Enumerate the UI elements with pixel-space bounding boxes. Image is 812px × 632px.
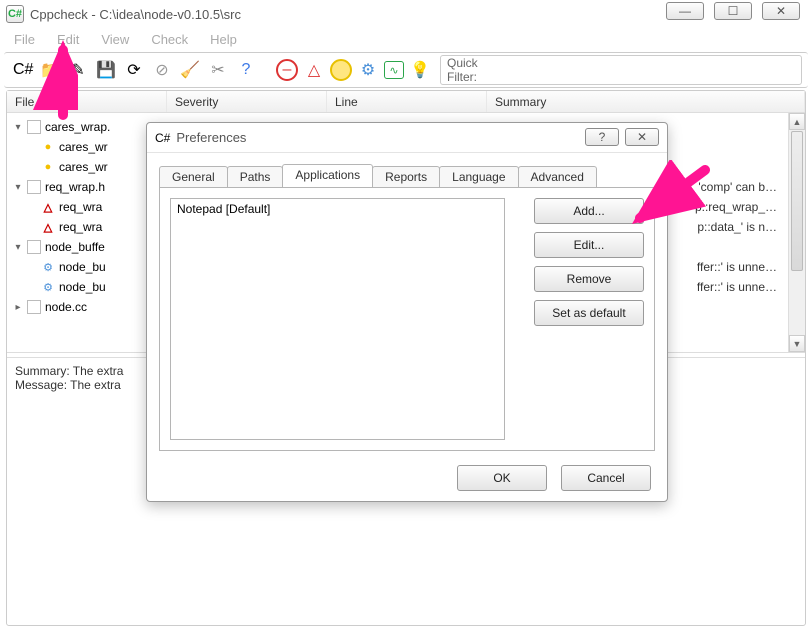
menu-file[interactable]: File [4, 30, 45, 49]
toolbar-new-icon[interactable]: C# [10, 58, 34, 82]
tree-row[interactable]: ▾req_wrap.h [13, 177, 152, 197]
tree-row[interactable]: ▾cares_wrap. [13, 117, 152, 137]
filter-warning-icon[interactable]: △ [302, 58, 326, 82]
app-icon: C# [6, 5, 24, 23]
menu-edit[interactable]: Edit [47, 30, 89, 49]
toolbar-clear-icon[interactable]: 🧹 [178, 58, 202, 82]
set-default-button[interactable]: Set as default [534, 300, 644, 326]
filter-style-icon[interactable] [330, 59, 352, 81]
tab-general[interactable]: General [159, 166, 228, 187]
filter-error-icon[interactable]: – [276, 59, 298, 81]
remove-button[interactable]: Remove [534, 266, 644, 292]
toolbar: C# 📁 ✎ 💾 ⟳ ⊘ 🧹 ✂ ? – △ ⚙ ∿ 💡 Quick Filte… [4, 52, 808, 88]
app-list-item[interactable]: Notepad [Default] [171, 199, 504, 219]
style-icon: ● [41, 140, 55, 154]
col-severity[interactable]: Severity [167, 91, 327, 112]
tab-reports[interactable]: Reports [372, 166, 440, 187]
toolbar-folder-icon[interactable]: 📁 [38, 58, 62, 82]
menubar: File Edit View Check Help [0, 28, 812, 50]
menu-check[interactable]: Check [141, 30, 198, 49]
doc-icon [27, 240, 41, 254]
style-icon: ● [41, 160, 55, 174]
toolbar-help-icon[interactable]: ? [234, 58, 258, 82]
doc-icon [27, 180, 41, 194]
toolbar-tools-icon[interactable]: ✂ [206, 58, 230, 82]
gear-icon: ⚙ [41, 280, 55, 294]
preferences-dialog: C# Preferences ? ✕ GeneralPathsApplicati… [146, 122, 668, 502]
tab-panel-applications: Notepad [Default] Add... Edit... Remove … [159, 187, 655, 451]
window-title: Cppcheck - C:\idea\node-v0.10.5\src [30, 7, 241, 22]
quick-filter-input[interactable] [506, 62, 795, 78]
dialog-tabs: GeneralPathsApplicationsReportsLanguageA… [159, 163, 655, 187]
close-button[interactable]: ✕ [762, 2, 800, 20]
vertical-scrollbar[interactable]: ▲ ▼ [788, 113, 805, 352]
warn-icon: △ [41, 200, 55, 214]
gear-icon: ⚙ [41, 260, 55, 274]
tree-row[interactable]: △req_wra [13, 197, 152, 217]
quick-filter: Quick Filter: [440, 55, 802, 85]
col-summary[interactable]: Summary [487, 91, 805, 112]
doc-icon [27, 120, 41, 134]
filter-portability-icon[interactable]: ∿ [384, 61, 404, 79]
dialog-title: Preferences [176, 130, 246, 145]
tree-row[interactable]: ●cares_wr [13, 157, 152, 177]
toolbar-save-icon[interactable]: 💾 [94, 58, 118, 82]
tree-row[interactable]: ●cares_wr [13, 137, 152, 157]
col-line[interactable]: Line [327, 91, 487, 112]
tree-row[interactable]: △req_wra [13, 217, 152, 237]
doc-icon [27, 300, 41, 314]
minimize-button[interactable]: — [666, 2, 704, 20]
dialog-help-button[interactable]: ? [585, 128, 619, 146]
menu-view[interactable]: View [91, 30, 139, 49]
tab-language[interactable]: Language [439, 166, 518, 187]
tab-applications[interactable]: Applications [282, 164, 373, 187]
filter-info-icon[interactable]: 💡 [408, 58, 432, 82]
applications-list[interactable]: Notepad [Default] [170, 198, 505, 440]
warn-icon: △ [41, 220, 55, 234]
toolbar-refresh-icon[interactable]: ⟳ [122, 58, 146, 82]
cancel-button[interactable]: Cancel [561, 465, 651, 491]
toolbar-stop-icon[interactable]: ⊘ [150, 58, 174, 82]
dialog-app-icon: C# [155, 131, 170, 145]
add-button[interactable]: Add... [534, 198, 644, 224]
file-tree[interactable]: ▾cares_wrap.●cares_wr●cares_wr▾req_wrap.… [7, 113, 152, 352]
grid-header: File Severity Line Summary [7, 91, 805, 113]
col-file[interactable]: File [7, 91, 167, 112]
menu-help[interactable]: Help [200, 30, 247, 49]
maximize-button[interactable]: ☐ [714, 2, 752, 20]
dialog-close-button[interactable]: ✕ [625, 128, 659, 146]
scroll-down-icon[interactable]: ▼ [789, 335, 805, 352]
tree-row[interactable]: ▾node_buffe [13, 237, 152, 257]
quick-filter-label: Quick Filter: [447, 56, 500, 84]
tree-row[interactable]: ⚙node_bu [13, 257, 152, 277]
scroll-thumb[interactable] [791, 131, 803, 271]
tree-row[interactable]: ⚙node_bu [13, 277, 152, 297]
ok-button[interactable]: OK [457, 465, 547, 491]
tree-row[interactable]: ▸node.cc [13, 297, 152, 317]
tab-advanced[interactable]: Advanced [518, 166, 597, 187]
filter-perf-icon[interactable]: ⚙ [356, 58, 380, 82]
tab-paths[interactable]: Paths [227, 166, 284, 187]
scroll-up-icon[interactable]: ▲ [789, 113, 805, 130]
toolbar-edit-icon[interactable]: ✎ [66, 58, 90, 82]
window-controls: — ☐ ✕ [666, 2, 800, 20]
edit-button[interactable]: Edit... [534, 232, 644, 258]
